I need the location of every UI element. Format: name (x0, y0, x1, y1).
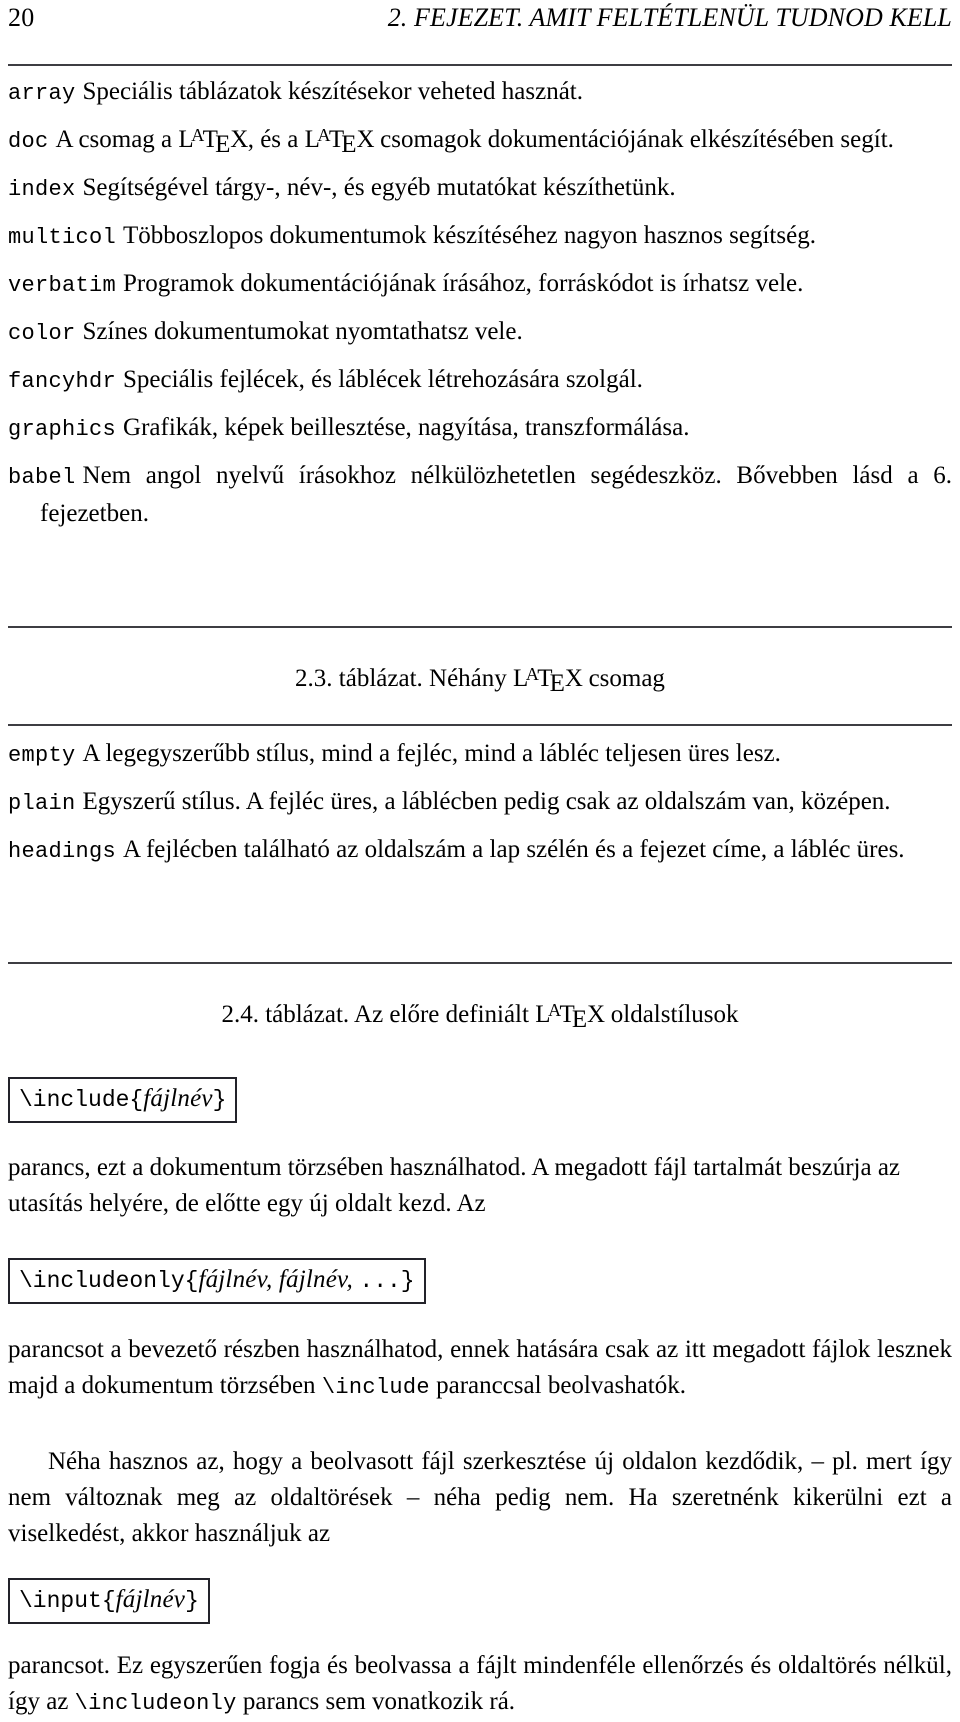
paragraph-text-b: parancs sem vonatkozik rá. (236, 1688, 516, 1715)
include-command-box: \include{fájlnév} (8, 1077, 238, 1123)
inline-command-includeonly: \includeonly (74, 1691, 237, 1716)
paragraph-after-include: parancs, ezt a dokumentum törzsében hasz… (8, 1150, 952, 1222)
package-description-part1: A csomag a (55, 126, 179, 153)
package-description: Speciális táblázatok készítésekor vehete… (82, 78, 584, 105)
package-term: graphics (8, 417, 117, 442)
package-description: Programok dokumentációjának írásához, fo… (123, 270, 804, 297)
list-item: headings A fejlécben található az oldalsz… (8, 832, 952, 870)
paragraph-text-b: paranccsal beolvashatók. (429, 1372, 686, 1399)
list-item: index Segítségével tárgy-, név-, és egyéb… (8, 170, 952, 208)
table-2-3-bottom-rule (8, 626, 952, 628)
package-term: color (8, 321, 76, 346)
document-page: 20 2. FEJEZET. AMIT FELTÉTLENÜL TUDNOD K… (0, 0, 960, 1716)
list-item: multicol Többoszlopos dokumentumok készít… (8, 218, 952, 256)
includeonly-command-box: \includeonly{fájlnév, fájlnév, ...} (8, 1258, 426, 1304)
package-term: doc (8, 129, 49, 154)
package-description-part2: , és a (247, 126, 305, 153)
table-2-4-caption: 2.4. táblázat. Az előre definiált LATEX … (8, 998, 952, 1033)
includeonly-command-text: \includeonly{ (19, 1268, 199, 1294)
package-term: multicol (8, 225, 117, 250)
table-2-4-body: empty A legegyszerűbb stílus, mind a fejl… (8, 736, 952, 870)
package-description: Speciális fejlécek, és láblécek létrehoz… (123, 366, 643, 393)
table-2-3-body: array Speciális táblázatok készítésekor v… (8, 74, 952, 532)
page-number: 20 (8, 3, 35, 32)
include-command-arg: fájlnév (143, 1085, 213, 1112)
pagestyle-term: empty (8, 743, 76, 768)
latex-logo: LATEX (535, 1000, 605, 1034)
paragraph-text: Néha hasznos az, hogy a beolvasott fájl … (8, 1448, 952, 1547)
package-term: babel (8, 465, 76, 490)
list-item: verbatim Programok dokumentációjának írás… (8, 266, 952, 304)
package-term: verbatim (8, 273, 117, 298)
latex-logo: LATEX (513, 664, 583, 698)
table-2-4-bottom-rule (8, 962, 952, 964)
list-item: empty A legegyszerűbb stílus, mind a fejl… (8, 736, 952, 774)
includeonly-command-arg: fájlnév, fájlnév, (198, 1266, 360, 1293)
inline-command-include: \include (321, 1375, 430, 1400)
package-term: index (8, 177, 76, 202)
paragraph-note: Néha hasznos az, hogy a beolvasott fájl … (8, 1444, 952, 1552)
include-command-text: \include{ (19, 1087, 144, 1113)
package-description-part3: csomagok dokumentációjának elkészítésébe… (373, 126, 894, 153)
list-item: color Színes dokumentumokat nyomtathatsz … (8, 314, 952, 352)
paragraph-after-input: parancsot. Ez egyszerűen fogja és beolva… (8, 1648, 952, 1722)
package-term: fancyhdr (8, 369, 117, 394)
list-item: plain Egyszerű stílus. A fejléc üres, a l… (8, 784, 952, 822)
package-description: Többoszlopos dokumentumok készítéséhez n… (123, 222, 816, 249)
input-command-arg: fájlnév (115, 1586, 186, 1613)
includeonly-command-close: ...} (359, 1268, 415, 1294)
list-item: fancyhdr Speciális fejlécek, és láblécek … (8, 362, 952, 400)
caption-suffix: csomag (582, 665, 665, 692)
paragraph-text: parancs, ezt a dokumentum törzsében hasz… (8, 1154, 901, 1217)
package-description: Nem angol nyelvű írásokhoz nélkülözhetet… (40, 462, 952, 527)
list-item: array Speciális táblázatok készítésekor v… (8, 74, 952, 112)
table-2-4-top-rule (8, 724, 952, 726)
latex-logo: LATEX (178, 125, 248, 159)
paragraph-after-includeonly: parancsot a bevezető részben használhato… (8, 1332, 952, 1406)
latex-logo: LATEX (304, 125, 375, 159)
pagestyle-description: A fejlécben található az oldalszám a lap… (123, 836, 905, 863)
table-2-3-top-rule (8, 64, 952, 66)
package-term: array (8, 81, 76, 106)
running-title: 2. FEJEZET. AMIT FELTÉTLENÜL TUDNOD KELL (387, 3, 952, 32)
input-command-text: \input{ (19, 1588, 116, 1614)
table-2-3-caption: 2.3. táblázat. Néhány LATEX csomag (8, 662, 952, 697)
list-item: doc A csomag a LATEX, és a LATEX csomagok… (8, 122, 952, 160)
running-head: 20 2. FEJEZET. AMIT FELTÉTLENÜL TUDNOD K… (8, 2, 952, 42)
pagestyle-term: plain (8, 791, 76, 816)
pagestyle-term: headings (8, 839, 117, 864)
list-item: babel Nem angol nyelvű írásokhoz nélkülöz… (8, 458, 952, 532)
input-command-close: } (185, 1588, 199, 1614)
include-command-close: } (212, 1087, 227, 1113)
package-description: Grafikák, képek beillesztése, nagyítása,… (123, 414, 690, 441)
caption-suffix: oldalstílusok (604, 1001, 739, 1028)
caption-prefix: 2.3. táblázat. Néhány (295, 665, 514, 692)
caption-prefix: 2.4. táblázat. Az előre definiált (221, 1001, 536, 1028)
pagestyle-description: A legegyszerűbb stílus, mind a fejléc, m… (82, 740, 781, 767)
package-description: Segítségével tárgy-, név-, és egyéb muta… (82, 174, 676, 201)
list-item: graphics Grafikák, képek beillesztése, na… (8, 410, 952, 448)
input-command-box: \input{fájlnév} (8, 1578, 210, 1624)
pagestyle-description: Egyszerű stílus. A fejléc üres, a lábléc… (82, 788, 891, 815)
package-description: Színes dokumentumokat nyomtathatsz vele. (82, 318, 523, 345)
